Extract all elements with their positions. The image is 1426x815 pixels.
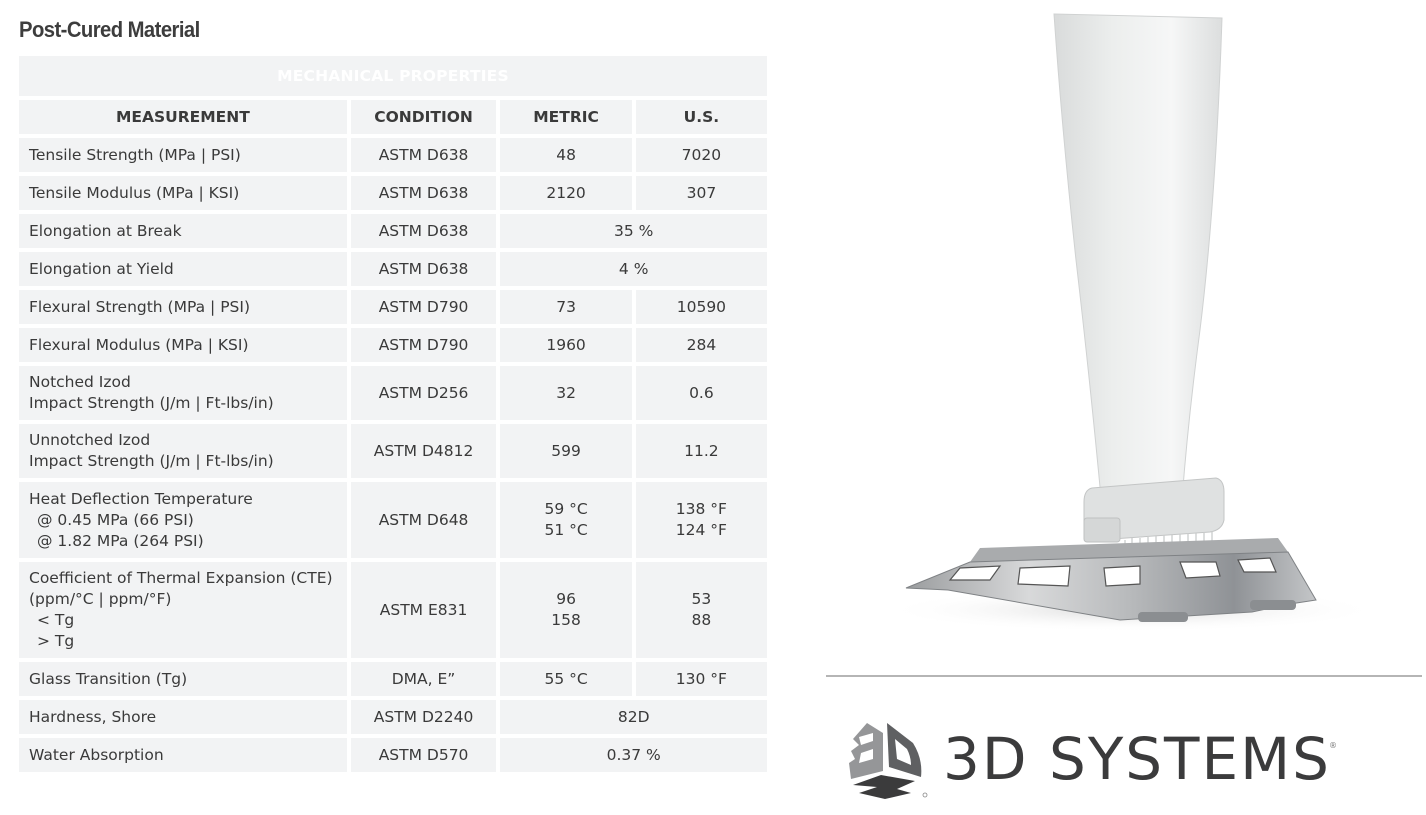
metric-cell: 48 (500, 138, 632, 172)
condition-cell: ASTM D638 (350, 138, 497, 172)
us-cell: 0.6 (635, 366, 767, 420)
metric-cell: 96 158 (500, 562, 632, 658)
us-cell: 138 °F 124 °F (635, 482, 767, 558)
condition-cell: ASTM D638 (350, 176, 497, 210)
us-line: 138 °F (675, 500, 727, 518)
table-row: Unnotched Izod Impact Strength (J/m | Ft… (19, 424, 767, 478)
metric-cell: 599 (500, 424, 632, 478)
combined-value-cell: 35 % (500, 214, 767, 248)
condition-cell: ASTM D648 (350, 482, 497, 558)
header-us: U.S. (635, 100, 767, 134)
metric-line: 158 (551, 611, 581, 629)
measurement-cell: Coefficient of Thermal Expansion (CTE) (… (19, 562, 347, 658)
mechanical-properties-table: MECHANICAL PROPERTIES MEASUREMENT CONDIT… (15, 52, 771, 776)
measurement-cell: Elongation at Break (19, 214, 347, 248)
condition-cell: ASTM D638 (350, 214, 497, 248)
us-line: 88 (691, 611, 712, 629)
combined-value-cell: 0.37 % (500, 738, 767, 772)
us-line: 53 (691, 590, 712, 608)
logo-text: 3D SYSTEMS (943, 725, 1331, 793)
us-cell: 307 (635, 176, 767, 210)
us-line: 124 °F (675, 521, 727, 539)
measurement-line: Unnotched Izod (29, 431, 151, 449)
measurement-line: Coefficient of Thermal Expansion (CTE) (29, 569, 333, 587)
us-cell: 284 (635, 328, 767, 362)
registered-mark: ® (1329, 741, 1337, 750)
metric-cell: 2120 (500, 176, 632, 210)
metric-cell: 55 °C (500, 662, 632, 696)
table-row: Flexural Modulus (MPa | KSI) ASTM D790 1… (19, 328, 767, 362)
blade (1053, 13, 1223, 509)
combined-value-cell: 82D (500, 700, 767, 734)
table-row: Elongation at Break ASTM D638 35 % (19, 214, 767, 248)
us-cell: 11.2 (635, 424, 767, 478)
table-row: Glass Transition (Tg) DMA, E” 55 °C 130 … (19, 662, 767, 696)
metric-cell: 32 (500, 366, 632, 420)
measurement-cell: Water Absorption (19, 738, 347, 772)
page-title: Post-Cured Material (19, 17, 200, 42)
table-banner: MECHANICAL PROPERTIES (19, 56, 767, 96)
measurement-cell: Tensile Strength (MPa | PSI) (19, 138, 347, 172)
table-row: Coefficient of Thermal Expansion (CTE) (… (19, 562, 767, 658)
measurement-cell: Hardness, Shore (19, 700, 347, 734)
combined-value-cell: 4 % (500, 252, 767, 286)
measurement-cell: Heat Deflection Temperature @ 0.45 MPa (… (19, 482, 347, 558)
measurement-cell: Flexural Modulus (MPa | KSI) (19, 328, 347, 362)
platform-clip (1138, 612, 1188, 622)
measurement-cell: Unnotched Izod Impact Strength (J/m | Ft… (19, 424, 347, 478)
condition-cell: ASTM E831 (350, 562, 497, 658)
us-cell: 53 88 (635, 562, 767, 658)
condition-cell: ASTM D638 (350, 252, 497, 286)
3d-systems-cube-icon (849, 723, 928, 799)
header-measurement: MEASUREMENT (19, 100, 347, 134)
condition-cell: DMA, E” (350, 662, 497, 696)
table-row: Tensile Strength (MPa | PSI) ASTM D638 4… (19, 138, 767, 172)
measurement-cell: Tensile Modulus (MPa | KSI) (19, 176, 347, 210)
metric-line: 59 °C (544, 500, 588, 518)
condition-cell: ASTM D570 (350, 738, 497, 772)
table-row: Flexural Strength (MPa | PSI) ASTM D790 … (19, 290, 767, 324)
table-row: Heat Deflection Temperature @ 0.45 MPa (… (19, 482, 767, 558)
measurement-cell: Flexural Strength (MPa | PSI) (19, 290, 347, 324)
table-row: Hardness, Shore ASTM D2240 82D (19, 700, 767, 734)
metric-line: 96 (556, 590, 576, 608)
condition-cell: ASTM D790 (350, 290, 497, 324)
measurement-line: Impact Strength (J/m | Ft-lbs/in) (29, 394, 274, 412)
platform-clip (1250, 600, 1296, 610)
measurement-cell: Notched Izod Impact Strength (J/m | Ft-l… (19, 366, 347, 420)
metric-cell: 59 °C 51 °C (500, 482, 632, 558)
measurement-line: < Tg (37, 611, 75, 629)
condition-cell: ASTM D256 (350, 366, 497, 420)
condition-cell: ASTM D4812 (350, 424, 497, 478)
metric-cell: 73 (500, 290, 632, 324)
measurement-line: Heat Deflection Temperature (29, 489, 253, 508)
condition-cell: ASTM D2240 (350, 700, 497, 734)
measurement-line: Notched Izod (29, 373, 131, 391)
divider (826, 675, 1422, 677)
table-row: Tensile Modulus (MPa | KSI) ASTM D638 21… (19, 176, 767, 210)
measurement-line: @ 0.45 MPa (66 PSI) (37, 510, 194, 529)
table-row: Notched Izod Impact Strength (J/m | Ft-l… (19, 366, 767, 420)
header-condition: CONDITION (350, 100, 497, 134)
table-row: Elongation at Yield ASTM D638 4 % (19, 252, 767, 286)
measurement-line: > Tg (37, 632, 75, 650)
table-row: Water Absorption ASTM D570 0.37 % (19, 738, 767, 772)
us-cell: 7020 (635, 138, 767, 172)
measurement-line: Impact Strength (J/m | Ft-lbs/in) (29, 452, 274, 470)
condition-cell: ASTM D790 (350, 328, 497, 362)
measurement-cell: Glass Transition (Tg) (19, 662, 347, 696)
measurement-cell: Elongation at Yield (19, 252, 347, 286)
us-cell: 130 °F (635, 662, 767, 696)
blade-tab (1083, 517, 1121, 543)
us-cell: 10590 (635, 290, 767, 324)
measurement-line: (ppm/°C | ppm/°F) (29, 590, 172, 608)
company-logo: 3D SYSTEMS ® (845, 718, 1337, 800)
metric-cell: 1960 (500, 328, 632, 362)
measurement-line: @ 1.82 MPa (264 PSI) (37, 531, 204, 550)
product-image (882, 13, 1382, 632)
metric-line: 51 °C (544, 521, 588, 539)
header-metric: METRIC (500, 100, 632, 134)
